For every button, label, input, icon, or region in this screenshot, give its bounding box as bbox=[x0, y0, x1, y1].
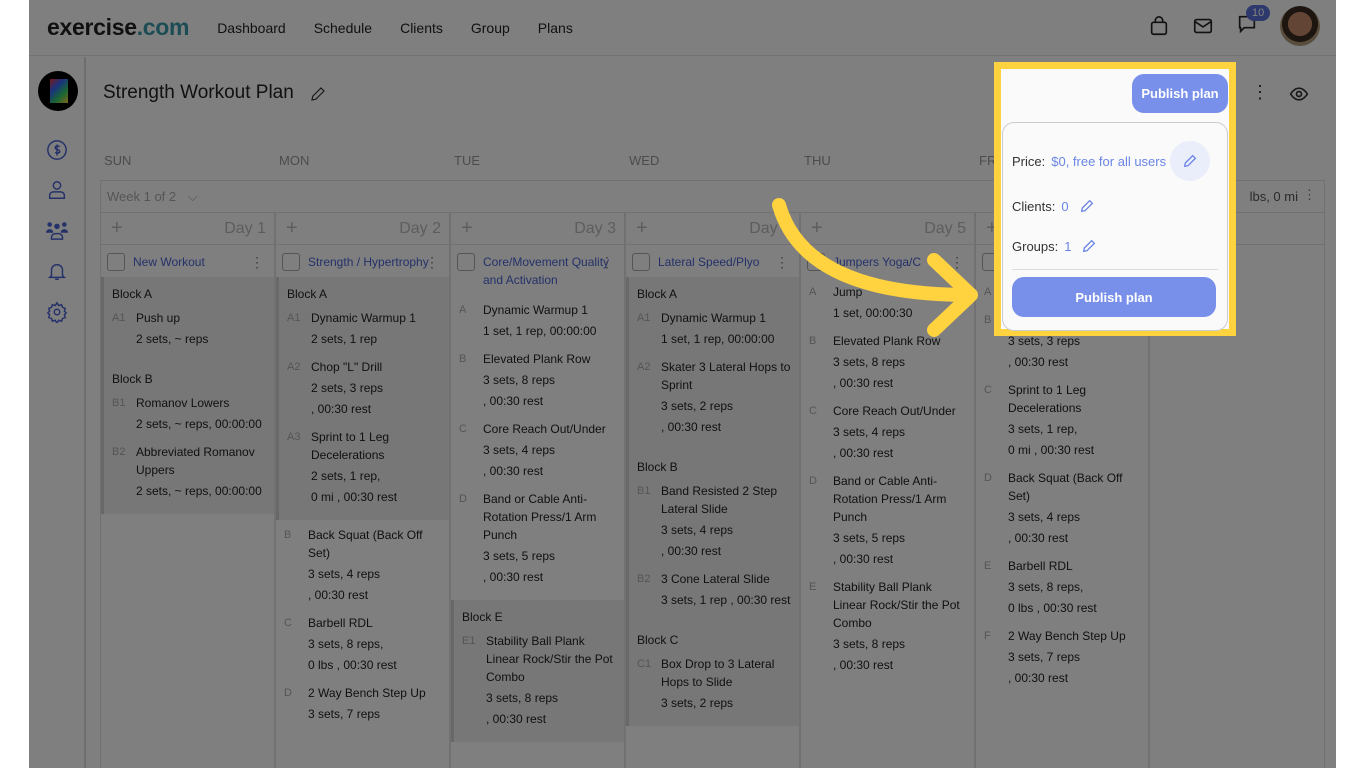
groups-row: Groups: 1 bbox=[1012, 238, 1097, 254]
clients-value: 0 bbox=[1061, 198, 1069, 214]
publish-details-card: Price: $0, free for all users Clients: 0… bbox=[1002, 122, 1228, 331]
price-value: $0, free for all users bbox=[1051, 153, 1167, 169]
clients-row: Clients: 0 bbox=[1012, 198, 1095, 214]
publish-popup: Publish plan Price: $0, free for all use… bbox=[994, 62, 1236, 336]
edit-clients-pencil-icon[interactable] bbox=[1079, 198, 1095, 214]
app: exercise.com Dashboard Schedule Clients … bbox=[29, 0, 1336, 768]
groups-value: 1 bbox=[1064, 238, 1072, 254]
edit-price-button[interactable] bbox=[1170, 141, 1211, 181]
pencil-icon bbox=[1183, 154, 1197, 168]
clients-label: Clients: bbox=[1012, 198, 1056, 214]
publish-plan-button[interactable]: Publish plan bbox=[1012, 277, 1216, 317]
price-label: Price: bbox=[1012, 153, 1046, 169]
groups-label: Groups: bbox=[1012, 238, 1059, 254]
price-row: Price: $0, free for all users bbox=[1012, 141, 1211, 181]
edit-groups-pencil-icon[interactable] bbox=[1081, 238, 1097, 254]
arrow-annotation-icon bbox=[772, 198, 978, 337]
divider bbox=[1012, 269, 1218, 270]
publish-plan-top-button[interactable]: Publish plan bbox=[1132, 74, 1228, 113]
